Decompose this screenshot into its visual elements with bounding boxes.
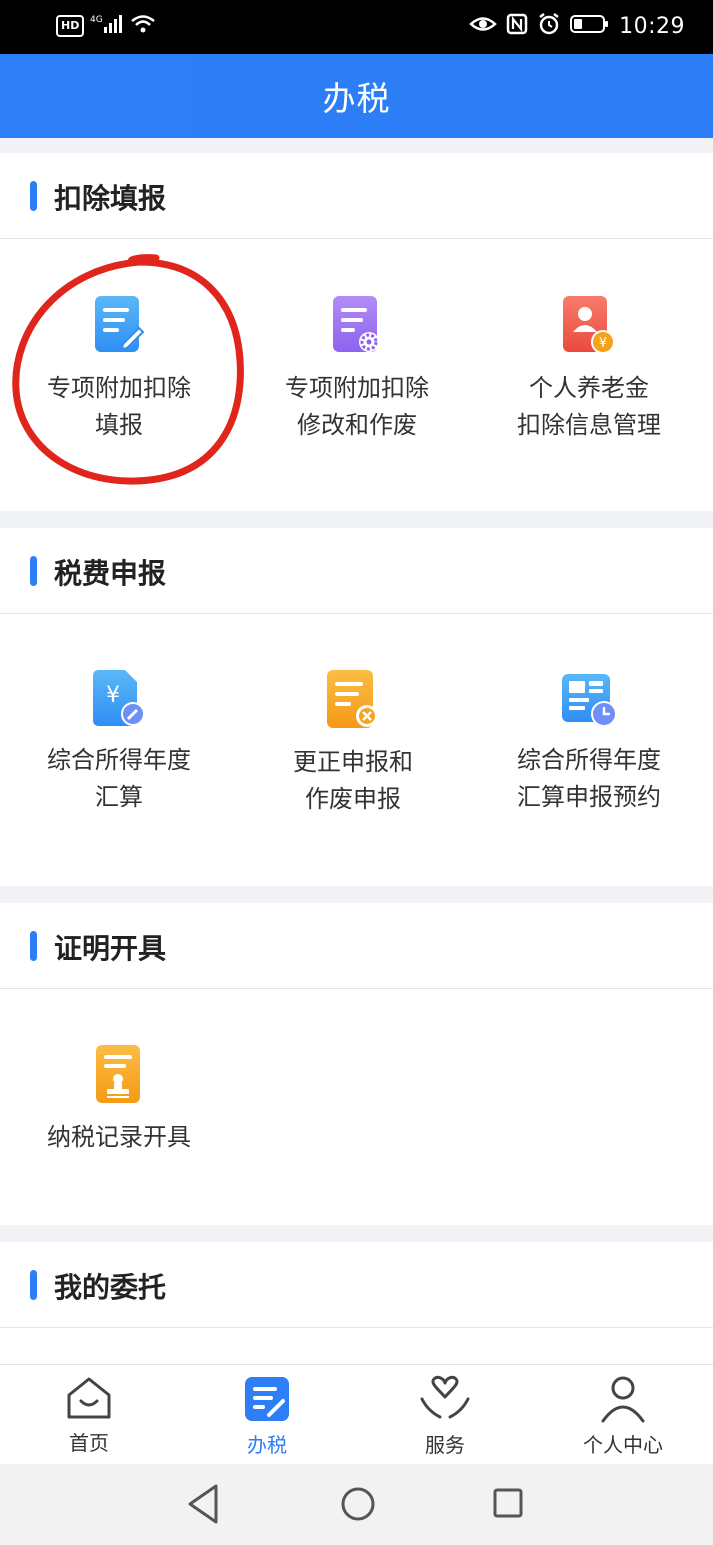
doc-settings-icon: [333, 296, 379, 352]
home-icon: [67, 1377, 111, 1419]
tab-tax[interactable]: 办税: [178, 1375, 356, 1458]
alarm-icon: [537, 12, 561, 40]
person-yuan-icon: ¥: [563, 296, 615, 354]
section-certificate-issuance: 证明开具 纳税记录开具: [0, 903, 713, 1225]
app-header: 办税: [0, 54, 713, 138]
eye-icon: [469, 13, 497, 39]
tile-label: 个人养老金 扣除信息管理: [517, 374, 661, 439]
person-icon: [601, 1376, 645, 1423]
doc-edit-icon: [95, 296, 145, 352]
tile-correct-cancel-declaration[interactable]: 更正申报和 作废申报: [234, 668, 472, 818]
section-deduction-filing: 扣除填报 专项附加扣除 填报 专项附加扣除 修改和作废 ¥ 个人养老金 扣除信息…: [0, 153, 713, 511]
tab-home[interactable]: 首页: [0, 1375, 178, 1456]
service-heart-icon: [420, 1375, 470, 1419]
battery-icon: [570, 13, 610, 39]
svg-text:¥: ¥: [599, 336, 607, 351]
tab-label: 办税: [247, 1433, 287, 1457]
home-circle-icon[interactable]: [338, 1482, 378, 1526]
tile-label: 专项附加扣除 填报: [47, 374, 191, 439]
section-header: 我的委托: [0, 1242, 713, 1328]
network-hd-badge: HD: [56, 15, 85, 37]
tax-doc-icon: [245, 1377, 289, 1421]
tile-label: 专项附加扣除 修改和作废: [285, 374, 429, 439]
section-accent-bar: [30, 556, 37, 586]
tile-special-deduction-modify[interactable]: 专项附加扣除 修改和作废: [238, 294, 476, 444]
section-header: 扣除填报: [0, 153, 713, 239]
section-title: 我的委托: [54, 1271, 167, 1304]
wifi-icon: [130, 13, 156, 39]
section-accent-bar: [30, 181, 37, 211]
section-header: 证明开具: [0, 903, 713, 989]
section-header: 税费申报: [0, 528, 713, 614]
section-title: 税费申报: [54, 557, 167, 590]
tile-special-deduction-filing[interactable]: 专项附加扣除 填报: [0, 294, 238, 444]
doc-stamp-icon: [96, 1045, 140, 1103]
tile-label: 纳税记录开具: [47, 1123, 191, 1151]
section-title: 扣除填报: [54, 182, 167, 215]
tab-label: 服务: [425, 1433, 465, 1457]
tab-personal-center[interactable]: 个人中心: [534, 1375, 712, 1458]
yuan-doc-edit-icon: ¥: [93, 670, 145, 726]
recents-icon[interactable]: [490, 1482, 526, 1526]
tile-annual-settlement-appointment[interactable]: 综合所得年度 汇算申报预约: [470, 668, 708, 816]
signal-label: 4G: [90, 15, 103, 25]
calendar-clock-icon: [562, 674, 617, 727]
section-accent-bar: [30, 1270, 37, 1300]
nfc-icon: [506, 13, 528, 39]
status-bar: HD 4G 10:29: [0, 0, 713, 54]
doc-cancel-icon: [327, 670, 378, 728]
section-my-delegation: 我的委托: [0, 1242, 713, 1364]
section-accent-bar: [30, 931, 37, 961]
svg-text:¥: ¥: [106, 683, 120, 708]
back-icon[interactable]: [186, 1482, 222, 1526]
section-title: 证明开具: [54, 932, 167, 965]
tile-personal-pension[interactable]: ¥ 个人养老金 扣除信息管理: [470, 294, 708, 444]
tile-annual-settlement[interactable]: ¥ 综合所得年度 汇算: [0, 668, 238, 816]
bottom-tab-bar: 首页 办税 服务 个人中心: [0, 1364, 713, 1464]
tile-label: 综合所得年度 汇算申报预约: [517, 746, 661, 811]
signal-icon: 4G: [90, 13, 124, 39]
tile-tax-record-issuance[interactable]: 纳税记录开具: [0, 1043, 238, 1156]
tile-label: 综合所得年度 汇算: [47, 746, 191, 811]
tab-label: 个人中心: [583, 1433, 663, 1457]
page-title: 办税: [322, 79, 391, 118]
section-tax-declaration: 税费申报 ¥ 综合所得年度 汇算 更正申报和 作废申报 综合所得年度 汇算申报预…: [0, 528, 713, 886]
tab-service[interactable]: 服务: [356, 1375, 534, 1458]
system-nav-bar: [0, 1464, 713, 1545]
tab-label: 首页: [69, 1431, 109, 1455]
tile-label: 更正申报和 作废申报: [293, 748, 413, 813]
clock-time: 10:29: [619, 13, 685, 39]
